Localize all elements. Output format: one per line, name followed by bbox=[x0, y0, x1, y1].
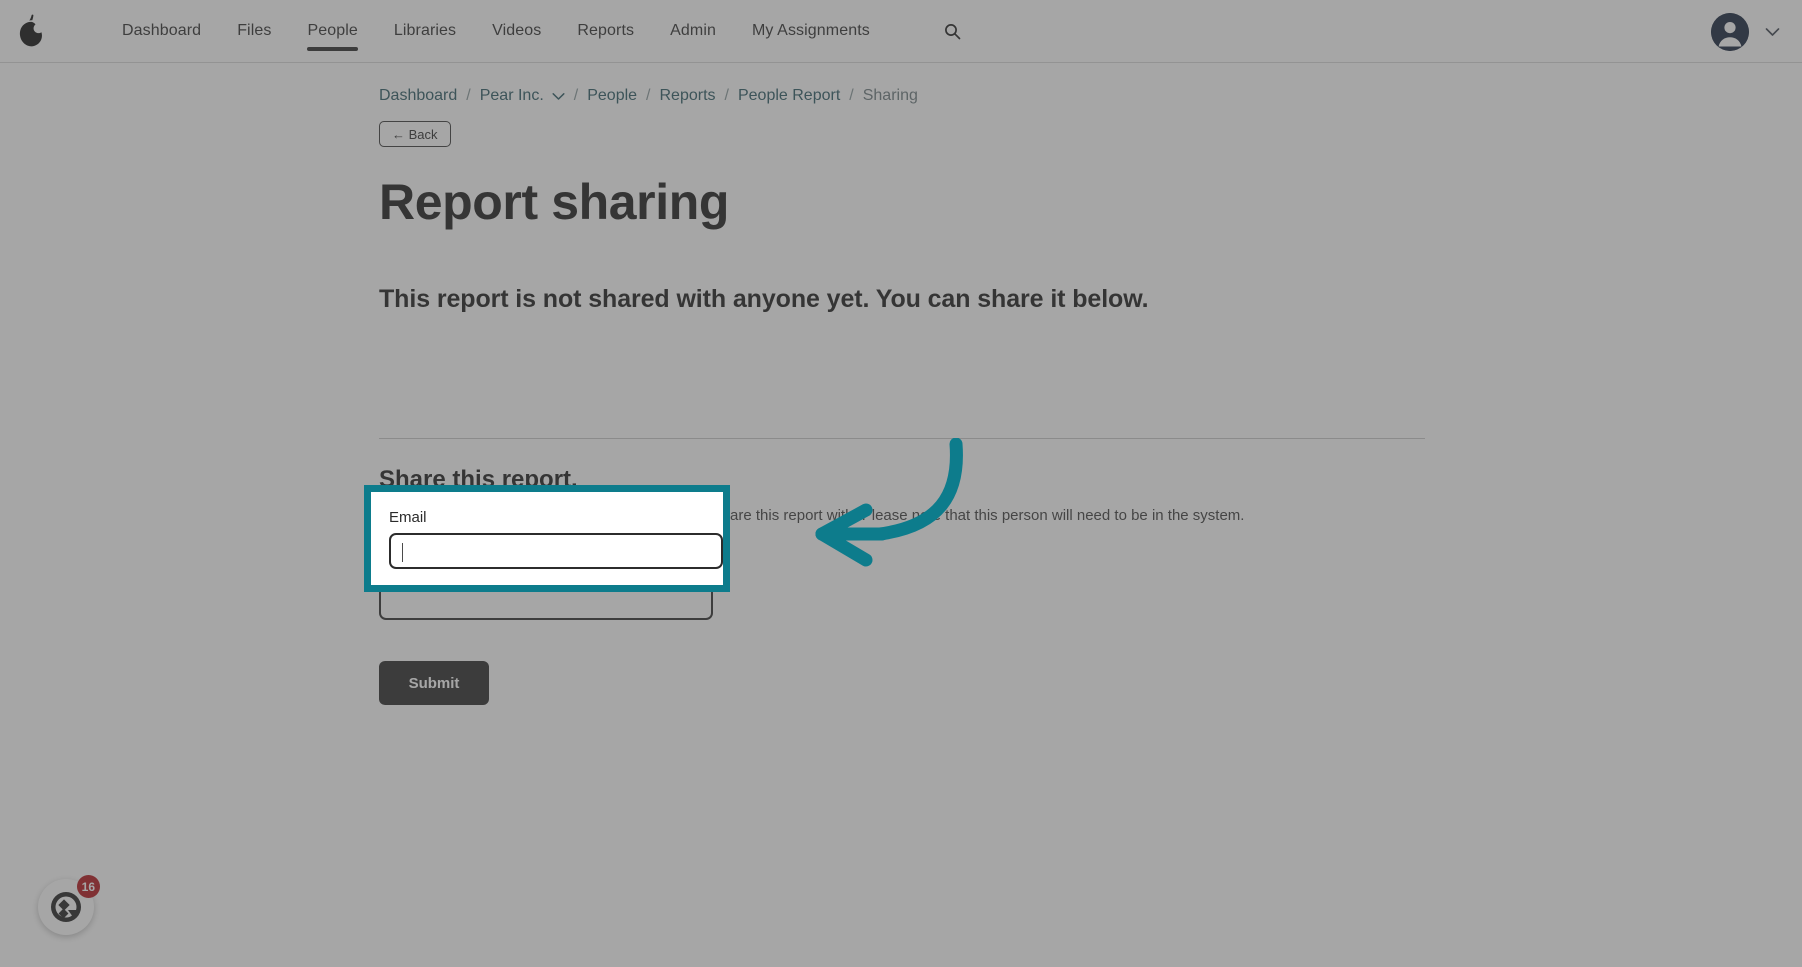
breadcrumb-separator: / bbox=[573, 87, 579, 104]
nav-right-group bbox=[1711, 0, 1780, 63]
email-input-highlighted[interactable] bbox=[389, 533, 723, 569]
chevron-down-icon[interactable] bbox=[1765, 27, 1780, 37]
pear-logo-icon[interactable] bbox=[0, 0, 62, 63]
share-status-message: This report is not shared with anyone ye… bbox=[379, 285, 1149, 313]
highlight-callout-content: Email bbox=[371, 492, 723, 585]
email-field-label-highlighted: Email bbox=[389, 509, 427, 526]
breadcrumb-item-people-report[interactable]: People Report bbox=[738, 87, 840, 105]
nav-item-videos[interactable]: Videos bbox=[474, 0, 559, 63]
breadcrumb-separator: / bbox=[646, 87, 651, 104]
breadcrumb-separator: / bbox=[849, 87, 854, 104]
help-chat-icon[interactable]: 16 bbox=[38, 875, 100, 935]
user-avatar-icon[interactable] bbox=[1711, 12, 1749, 51]
nav-item-dashboard[interactable]: Dashboard bbox=[104, 0, 219, 63]
nav-item-label: Admin bbox=[670, 22, 716, 39]
nav-item-label: Libraries bbox=[393, 22, 457, 39]
nav-item-label: My Assignments bbox=[751, 22, 870, 39]
breadcrumb-item-dashboard[interactable]: Dashboard bbox=[379, 87, 457, 105]
nav-item-label: Videos bbox=[492, 22, 542, 39]
submit-button[interactable]: Submit bbox=[379, 661, 489, 705]
page-title: Report sharing bbox=[379, 174, 729, 230]
breadcrumb-item-people[interactable]: People bbox=[587, 87, 637, 105]
breadcrumb: Dashboard / Pear Inc. / People / Reports… bbox=[379, 87, 918, 105]
nav-item-my-assignments[interactable]: My Assignments bbox=[734, 0, 888, 63]
nav-item-label: Reports bbox=[577, 22, 635, 39]
nav-item-label: People bbox=[307, 22, 358, 39]
top-navigation-bar: Dashboard Files People Libraries Videos … bbox=[0, 0, 1802, 63]
nav-item-admin[interactable]: Admin bbox=[652, 0, 734, 63]
nav-item-people[interactable]: People bbox=[289, 0, 375, 63]
breadcrumb-item-sharing: Sharing bbox=[862, 87, 918, 104]
nav-item-reports[interactable]: Reports bbox=[559, 0, 652, 63]
nav-item-label: Dashboard bbox=[122, 22, 202, 39]
breadcrumb-separator: / bbox=[724, 87, 729, 104]
back-button[interactable]: ← Back bbox=[379, 121, 451, 147]
nav-links: Dashboard Files People Libraries Videos … bbox=[104, 0, 970, 63]
help-notification-badge: 16 bbox=[76, 875, 100, 898]
nav-item-label: Files bbox=[237, 22, 272, 39]
text-cursor-caret bbox=[402, 543, 403, 562]
highlight-callout-box: Email bbox=[364, 485, 730, 592]
page-content: Dashboard / Pear Inc. / People / Reports… bbox=[0, 63, 1802, 967]
breadcrumb-chevron-down-icon[interactable] bbox=[552, 92, 565, 101]
section-divider bbox=[379, 438, 1425, 439]
nav-item-libraries[interactable]: Libraries bbox=[376, 0, 474, 63]
app-root: Dashboard Files People Libraries Videos … bbox=[0, 0, 1802, 967]
breadcrumb-separator: / bbox=[466, 87, 471, 104]
search-icon[interactable] bbox=[936, 14, 970, 48]
breadcrumb-item-reports[interactable]: Reports bbox=[660, 87, 716, 105]
nav-item-files[interactable]: Files bbox=[219, 0, 289, 63]
breadcrumb-item-pear-inc[interactable]: Pear Inc. bbox=[480, 87, 544, 105]
